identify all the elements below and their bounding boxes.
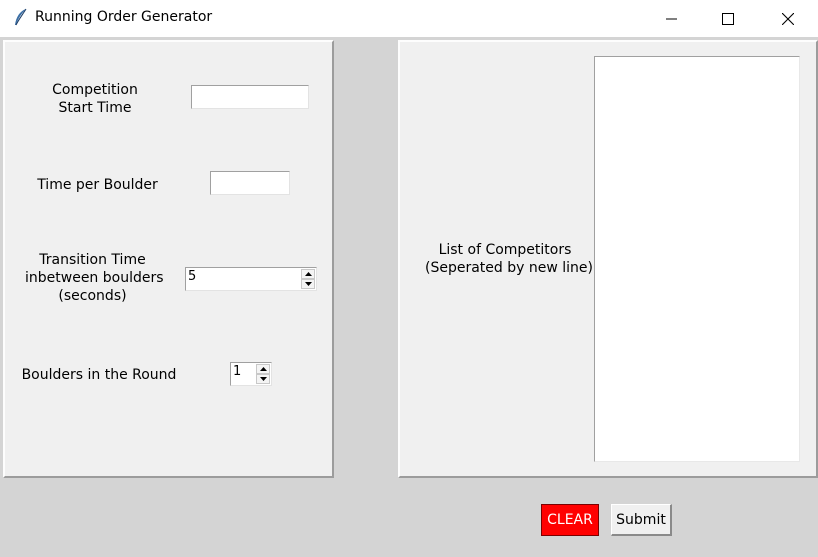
close-icon xyxy=(782,12,794,25)
feather-icon xyxy=(12,8,28,28)
competitors-label: List of Competitors (Seperated by new li… xyxy=(425,242,593,276)
transition-time-label: Transition Time inbetween boulders (seco… xyxy=(25,252,164,304)
boulders-in-round-value: 1 xyxy=(233,364,242,379)
arrow-up-icon xyxy=(259,367,267,371)
competitors-panel: List of Competitors (Seperated by new li… xyxy=(398,40,818,478)
arrow-down-icon xyxy=(304,282,312,286)
title-bar: Running Order Generator xyxy=(0,0,818,37)
close-button[interactable] xyxy=(760,0,816,37)
start-time-input[interactable] xyxy=(191,85,309,109)
spin-up-button[interactable] xyxy=(256,364,270,374)
transition-time-value: 5 xyxy=(188,269,197,284)
minimize-button[interactable] xyxy=(644,0,700,37)
arrow-up-icon xyxy=(304,272,312,276)
settings-panel: Competition Start Time Time per Boulder … xyxy=(3,40,334,478)
spin-down-button[interactable] xyxy=(301,279,315,289)
start-time-label: Competition Start Time xyxy=(52,82,138,116)
maximize-button[interactable] xyxy=(700,0,756,37)
competitors-textbox[interactable] xyxy=(594,56,800,462)
transition-time-spinbox[interactable]: 5 xyxy=(185,267,317,291)
time-per-boulder-input[interactable] xyxy=(210,171,290,195)
arrow-down-icon xyxy=(259,377,267,381)
spin-down-button[interactable] xyxy=(256,374,270,384)
spin-up-button[interactable] xyxy=(301,269,315,279)
time-per-boulder-label: Time per Boulder xyxy=(37,177,158,193)
maximize-icon xyxy=(722,12,734,25)
boulders-in-round-spinbox[interactable]: 1 xyxy=(230,362,272,386)
clear-button[interactable]: CLEAR xyxy=(541,504,599,536)
window-title: Running Order Generator xyxy=(35,9,213,25)
minimize-icon xyxy=(666,18,677,19)
submit-button[interactable]: Submit xyxy=(611,504,672,536)
boulders-in-round-label: Boulders in the Round xyxy=(21,367,177,383)
